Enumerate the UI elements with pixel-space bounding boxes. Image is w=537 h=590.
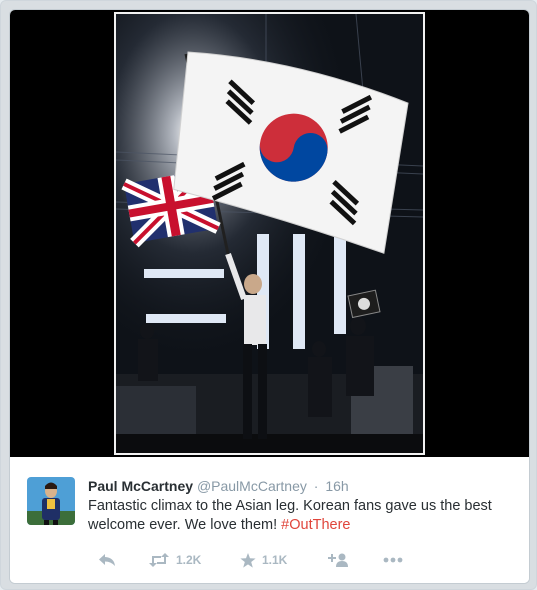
retweet-button[interactable]: 1.2K [148, 550, 201, 570]
display-name[interactable]: Paul McCartney [88, 478, 193, 494]
favorite-count: 1.1K [262, 553, 288, 567]
tweet-frame: Paul McCartney @PaulMcCartney · 16h Fant… [0, 0, 537, 590]
retweet-icon [148, 553, 170, 567]
user-handle[interactable]: @PaulMcCartney [197, 478, 307, 494]
more-icon [383, 557, 403, 563]
tweet-card[interactable]: Paul McCartney @PaulMcCartney · 16h Fant… [10, 10, 529, 583]
follow-button[interactable] [328, 550, 350, 570]
separator: · [313, 478, 319, 494]
reply-button[interactable] [98, 550, 116, 570]
tweet-actions: 1.2K 1.1K [88, 550, 408, 570]
tweet-header: Paul McCartney @PaulMcCartney · 16h [88, 478, 349, 494]
concert-photo[interactable] [114, 12, 425, 455]
tweet-body: Paul McCartney @PaulMcCartney · 16h Fant… [10, 457, 529, 583]
tweet-media[interactable] [10, 10, 529, 457]
reply-icon [98, 553, 116, 567]
tweet-text: Fantastic climax to the Asian leg. Korea… [88, 497, 508, 535]
more-button[interactable] [383, 550, 403, 570]
follow-icon [328, 553, 350, 567]
hashtag-link[interactable]: #OutThere [281, 517, 350, 533]
favorite-button[interactable]: 1.1K [240, 550, 287, 570]
timestamp[interactable]: 16h [325, 478, 348, 494]
avatar[interactable] [27, 477, 75, 525]
star-icon [240, 552, 256, 568]
retweet-count: 1.2K [176, 553, 202, 567]
